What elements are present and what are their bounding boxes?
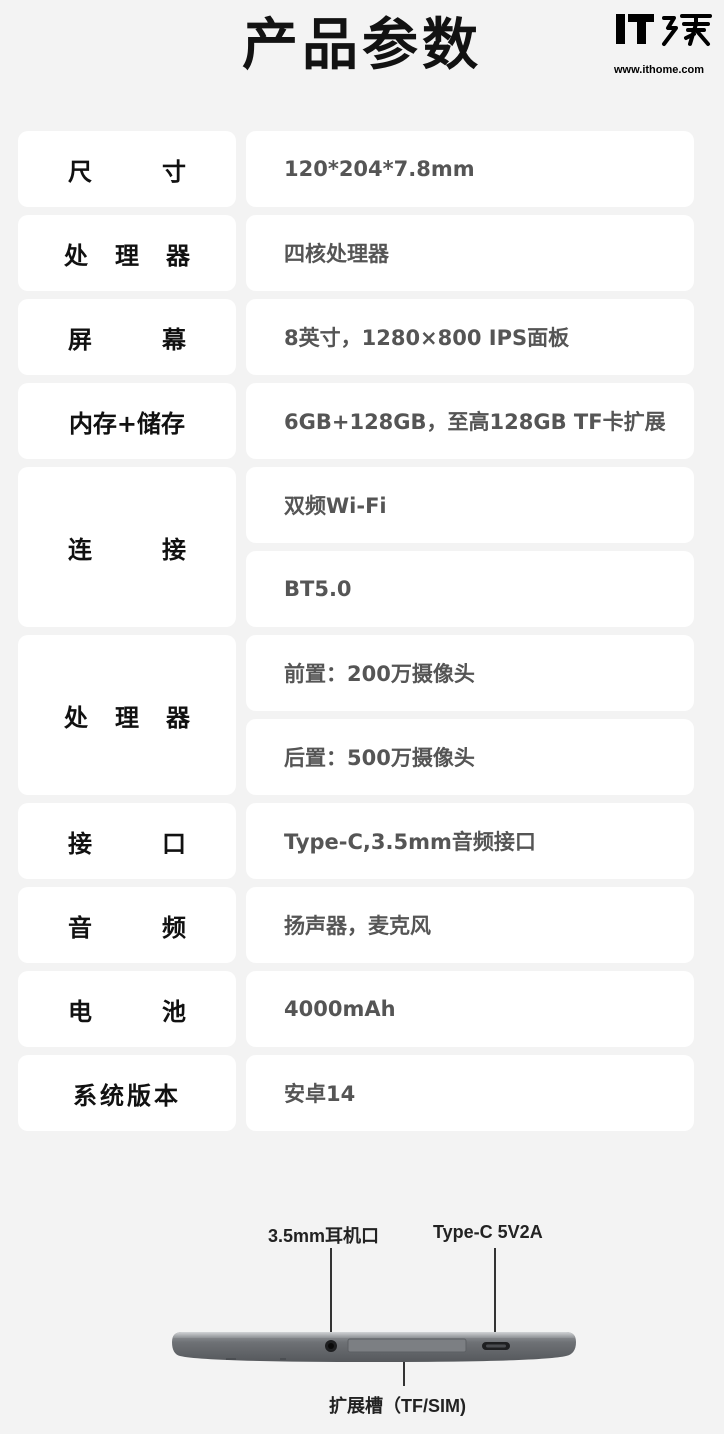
ithome-logo-icon bbox=[616, 14, 712, 46]
port-diagram: 3.5mm耳机口 Type-C 5V2A 扩展槽（TF/SIM) bbox=[0, 1180, 724, 1430]
spec-label-cell: 连接 bbox=[18, 467, 236, 627]
spec-value-cell: BT5.0 bbox=[246, 551, 694, 627]
spec-label: 系统版本 bbox=[73, 1081, 181, 1110]
spec-label-cell: 电池 bbox=[18, 971, 236, 1047]
spec-value-cell: 4000mAh bbox=[246, 971, 694, 1047]
ithome-url: www.ithome.com bbox=[614, 64, 705, 76]
spec-label: 连接 bbox=[68, 535, 186, 564]
spec-value-cell: 6GB+128GB，至高128GB TF卡扩展 bbox=[246, 383, 694, 459]
spec-value: Type-C,3.5mm音频接口 bbox=[284, 830, 536, 854]
expansion-slot-tray bbox=[347, 1338, 467, 1353]
spec-value: BT5.0 bbox=[284, 577, 352, 601]
spec-label-cell: 屏幕 bbox=[18, 299, 236, 375]
spec-value: 4000mAh bbox=[284, 997, 396, 1021]
spec-value-cell: 前置：200万摄像头 bbox=[246, 635, 694, 711]
spec-label-cell: 处理器 bbox=[18, 215, 236, 291]
spec-value-cell: 8英寸，1280×800 IPS面板 bbox=[246, 299, 694, 375]
spec-value-cell: 扬声器，麦克风 bbox=[246, 887, 694, 963]
spec-label: 处理器 bbox=[64, 703, 190, 732]
spec-value: 120*204*7.8mm bbox=[284, 157, 475, 181]
spec-value-cell: 安卓14 bbox=[246, 1055, 694, 1131]
spec-label: 音频 bbox=[68, 913, 186, 942]
spec-label: 内存+储存 bbox=[68, 409, 186, 438]
spec-label-cell: 音频 bbox=[18, 887, 236, 963]
spec-label-cell: 系统版本 bbox=[18, 1055, 236, 1131]
typec-port-label: Type-C 5V2A bbox=[433, 1222, 543, 1242]
spec-value-cell: Type-C,3.5mm音频接口 bbox=[246, 803, 694, 879]
spec-label: 屏幕 bbox=[68, 325, 186, 354]
spec-label-cell: 接口 bbox=[18, 803, 236, 879]
spec-label: 处理器 bbox=[64, 241, 190, 270]
headphone-jack-label: 3.5mm耳机口 bbox=[268, 1226, 380, 1246]
spec-label: 尺寸 bbox=[68, 157, 186, 186]
spec-value-cell: 后置：500万摄像头 bbox=[246, 719, 694, 795]
spec-value: 扬声器，麦克风 bbox=[284, 914, 431, 938]
spec-value-cell: 四核处理器 bbox=[246, 215, 694, 291]
spec-value: 6GB+128GB，至高128GB TF卡扩展 bbox=[284, 410, 666, 434]
spec-label-cell: 处理器 bbox=[18, 635, 236, 795]
spec-value: 安卓14 bbox=[284, 1082, 356, 1106]
spec-value: 前置：200万摄像头 bbox=[284, 662, 475, 686]
ithome-logo: www.ithome.com bbox=[614, 10, 718, 76]
expansion-slot-label: 扩展槽（TF/SIM) bbox=[329, 1396, 466, 1416]
spec-label-cell: 内存+储存 bbox=[18, 383, 236, 459]
spec-label: 电池 bbox=[68, 997, 186, 1026]
spec-value: 8英寸，1280×800 IPS面板 bbox=[284, 326, 570, 350]
spec-label-cell: 尺寸 bbox=[18, 131, 236, 207]
spec-label: 接口 bbox=[68, 829, 186, 858]
ithome-logo-mark bbox=[614, 10, 718, 58]
spec-value: 四核处理器 bbox=[284, 242, 389, 266]
spec-value-cell: 双频Wi-Fi bbox=[246, 467, 694, 543]
spec-value-cell: 120*204*7.8mm bbox=[246, 131, 694, 207]
tablet-edge-highlight bbox=[173, 1332, 575, 1338]
spec-value: 双频Wi-Fi bbox=[284, 494, 387, 518]
spec-value: 后置：500万摄像头 bbox=[284, 746, 475, 770]
